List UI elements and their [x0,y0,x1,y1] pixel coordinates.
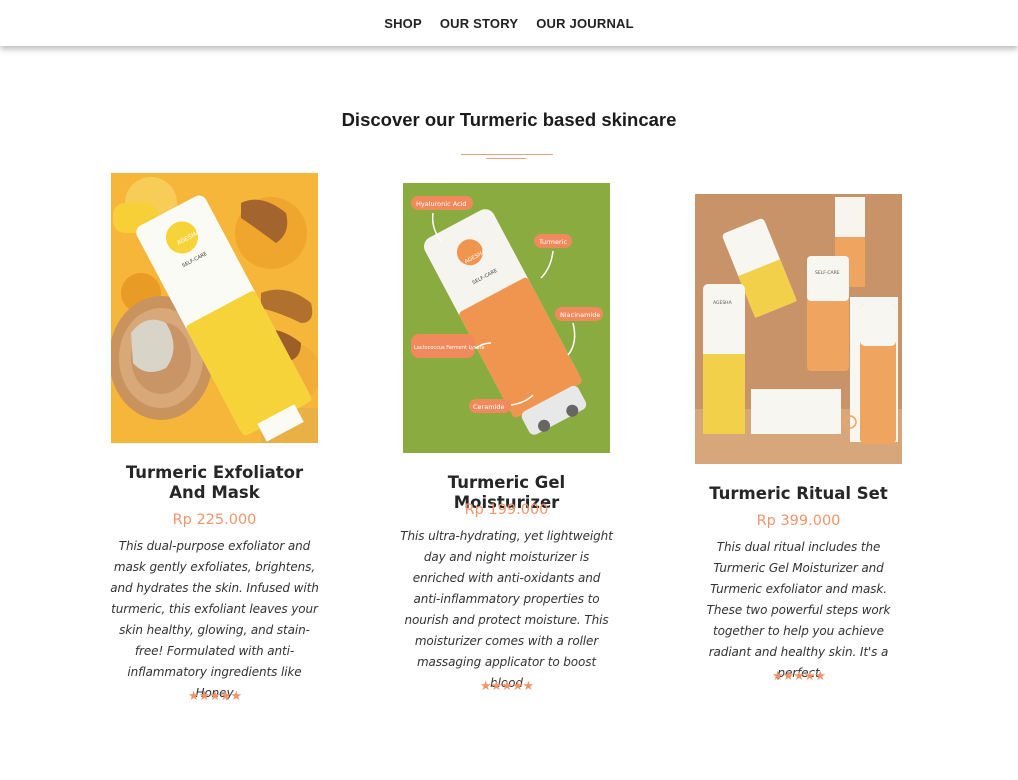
label-turmeric: Turmeric [538,238,567,246]
ritual-line-text: SELF-CARE [815,270,840,276]
top-nav: SHOP OUR STORY OUR JOURNAL [0,0,1018,46]
heading-divider [461,154,553,155]
product-card-gel-moisturizer[interactable]: Hyaluronic Acid Turmeric Niacinamide Lac… [398,182,615,702]
product-description: This dual ritual includes the Turmeric G… [706,540,891,680]
product-price: Rp 399.000 [756,513,841,529]
rating-stars: ★★★★★ [479,679,534,694]
label-niacinamide: Niacinamide [560,311,600,319]
exfoliator-photo: AGESHA SELF-CARE [111,173,318,443]
label-hyaluronic-acid: Hyaluronic Acid [416,200,467,208]
product-description: This ultra-hydrating, yet lightweight da… [400,529,613,690]
product-price: Rp 225.000 [172,512,257,528]
product-image-exfoliator[interactable]: AGESHA SELF-CARE [111,173,318,443]
ritual-brand-text: AGESHA [713,300,733,306]
label-lactococcus: Lactococcus Ferment Lysate [414,345,485,351]
nav-shop[interactable]: SHOP [384,16,422,31]
ritual-set-photo: AGESHA SELF-CARE [695,194,902,464]
product-card-ritual-set[interactable]: AGESHA SELF-CARE Turmeric Ritual Set Rp … [690,193,907,693]
nav-our-journal[interactable]: OUR JOURNAL [536,16,634,31]
product-image-ritual-set[interactable]: AGESHA SELF-CARE [695,194,902,464]
gel-moisturizer-photo: Hyaluronic Acid Turmeric Niacinamide Lac… [403,183,610,453]
product-description: This dual-purpose exfoliator and mask ge… [110,539,319,700]
section-heading: Discover our Turmeric based skincare [341,109,677,130]
product-card-exfoliator[interactable]: AGESHA SELF-CARE Turmeric Exfoliator And… [106,172,323,717]
label-ceramide: Ceramide [473,403,504,411]
product-title[interactable]: Turmeric Exfoliator And Mask [106,463,323,503]
product-price: Rp 199.000 [464,502,549,518]
heading-divider-short [486,158,526,159]
rating-stars: ★★★★★ [187,689,242,704]
product-title[interactable]: Turmeric Ritual Set [690,484,907,504]
rating-stars: ★★★★★ [771,669,826,684]
product-image-gel-moisturizer[interactable]: Hyaluronic Acid Turmeric Niacinamide Lac… [403,183,610,453]
nav-our-story[interactable]: OUR STORY [440,16,518,31]
